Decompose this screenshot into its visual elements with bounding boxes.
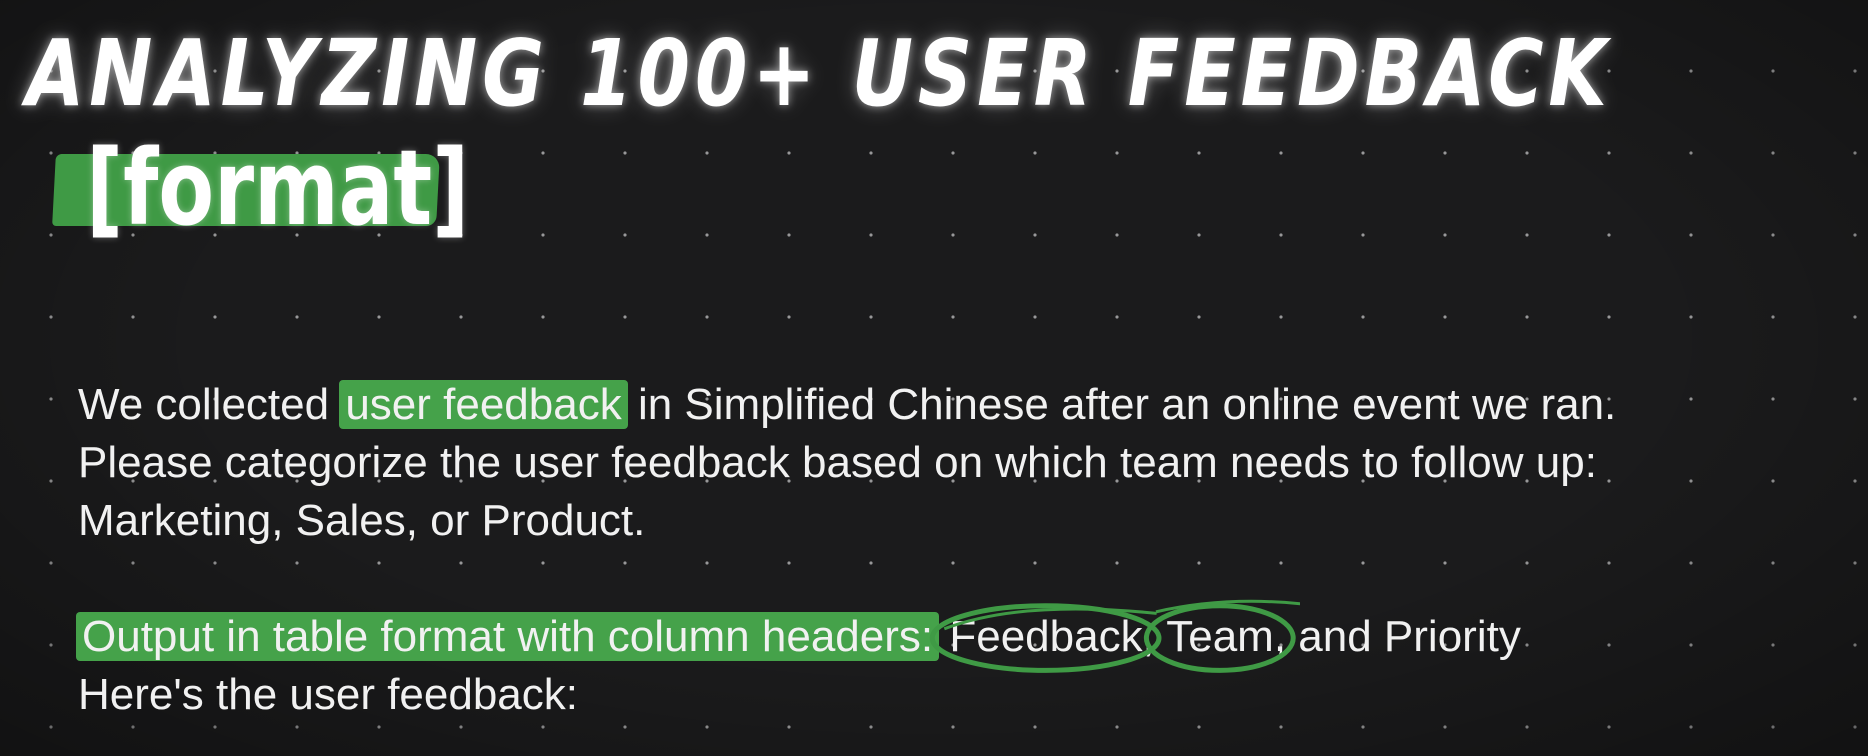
highlight-user-feedback: user feedback	[339, 380, 628, 429]
prompt-text-block: We collected user feedback in Simplified…	[76, 376, 1868, 724]
prompt-line-3: Marketing, Sales, or Product.	[78, 496, 646, 545]
prompt-line-2: Please categorize the user feedback base…	[78, 438, 1597, 487]
prompt-line-1-start: We collected	[78, 380, 342, 429]
prompt-line-4: Output in table format with column heade…	[76, 608, 1868, 666]
slide-title: ANALYZING 100+ USER FEEDBACK	[26, 20, 1612, 127]
column-header-priority-phrase: , and Priority	[1273, 612, 1521, 661]
highlight-output-format: Output in table format with column heade…	[76, 612, 940, 661]
prompt-line-1-end: in Simplified Chinese after an online ev…	[625, 380, 1617, 429]
prompt-line-1: We collected user feedback in Simplified…	[78, 376, 1868, 434]
column-header-team: Team	[1166, 612, 1274, 661]
prompt-line-5: Here's the user feedback:	[78, 670, 579, 719]
separator-comma: ,	[1142, 612, 1167, 661]
slide-subtitle: [format]	[86, 127, 470, 249]
subtitle-highlight-block: [format]	[52, 136, 469, 240]
column-header-feedback: Feedback	[949, 612, 1143, 661]
